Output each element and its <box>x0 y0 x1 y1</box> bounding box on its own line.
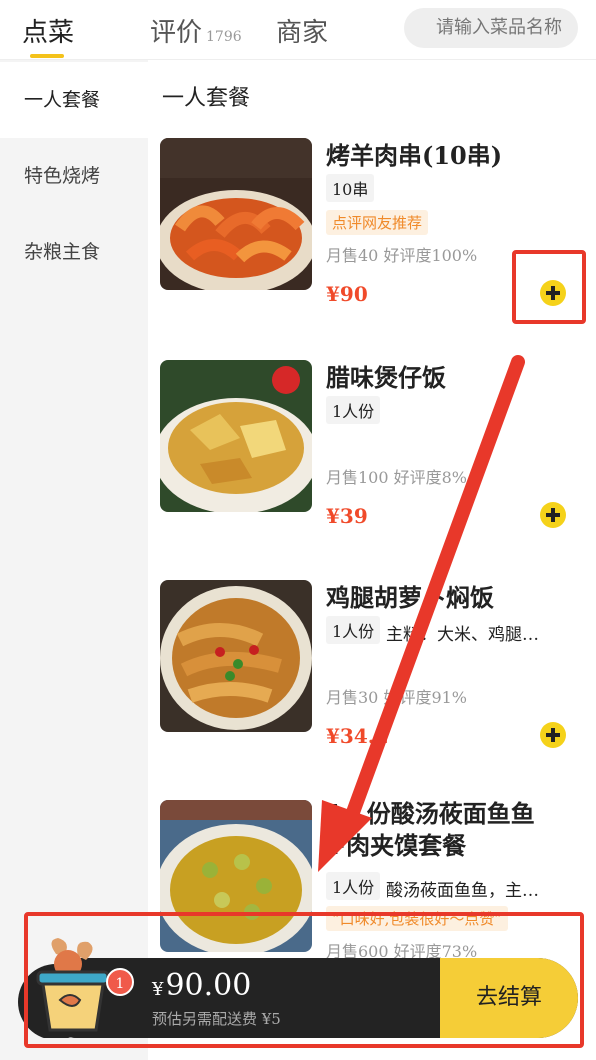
annotation-highlight-cart <box>24 912 584 1048</box>
annotation-arrow <box>318 355 525 872</box>
